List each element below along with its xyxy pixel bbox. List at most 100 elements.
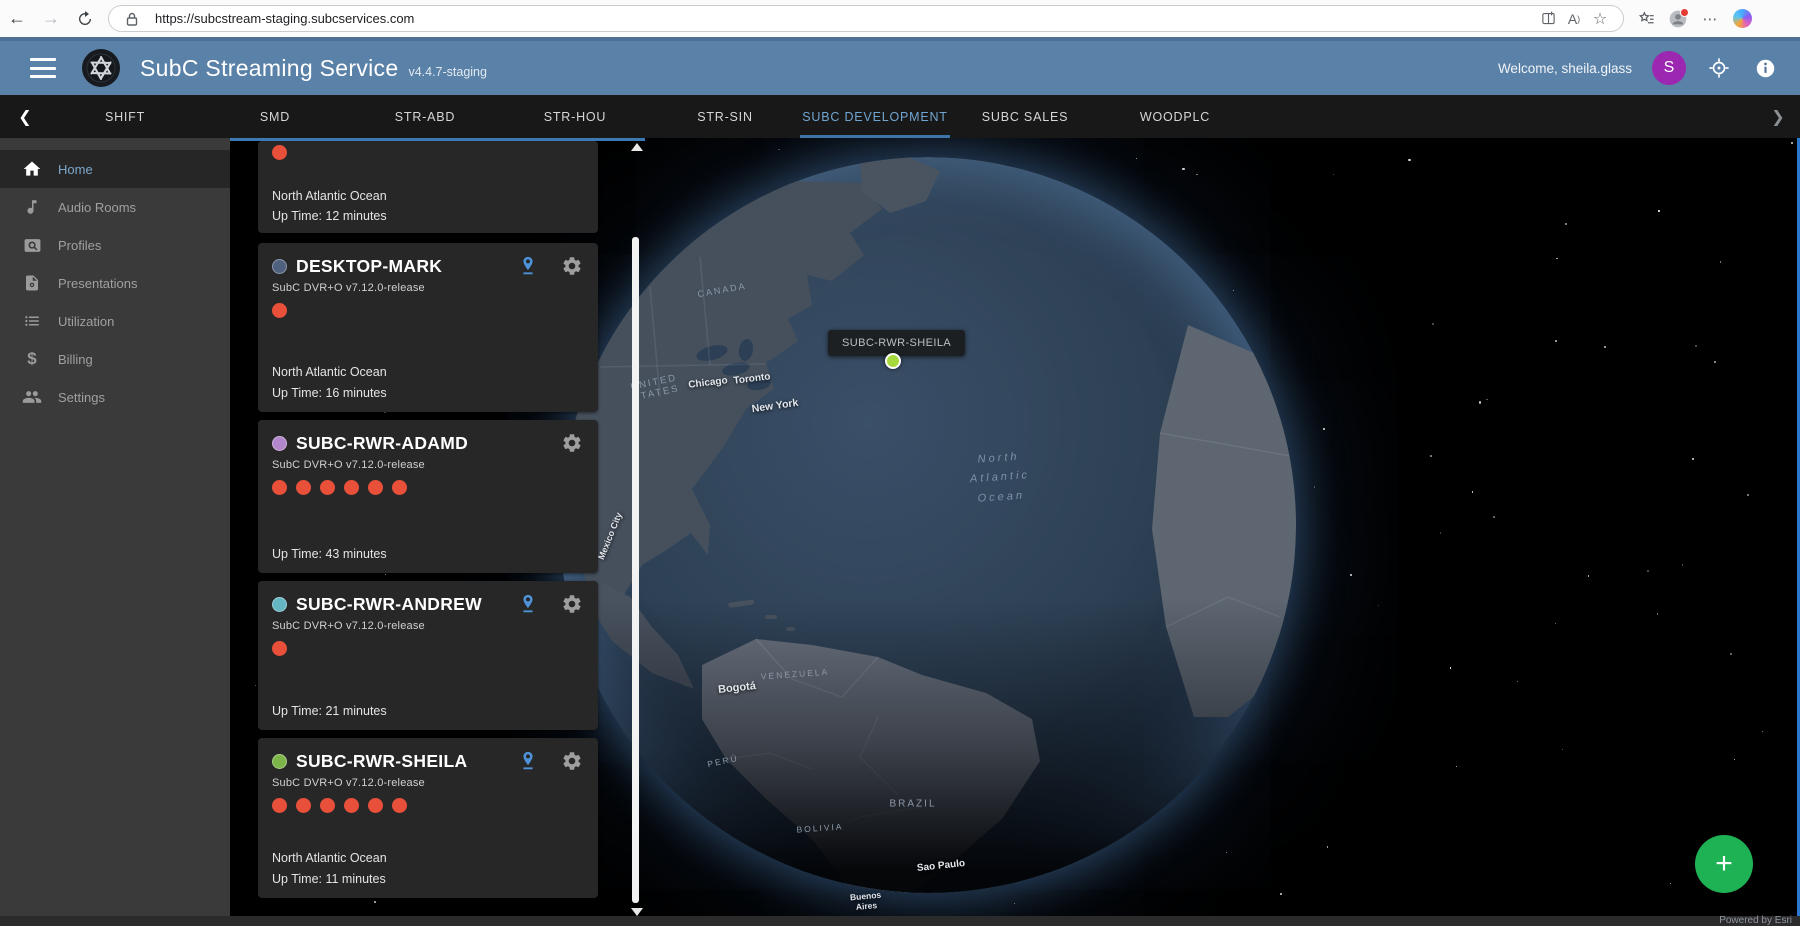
- tab-woodplc[interactable]: WOODPLC: [1100, 95, 1250, 138]
- more-options-icon[interactable]: ⋯: [1696, 6, 1724, 32]
- star: [1432, 323, 1434, 325]
- settings-gear-icon[interactable]: [560, 254, 584, 278]
- tab-subc-sales[interactable]: SUBC SALES: [950, 95, 1100, 138]
- device-card-actions: [516, 592, 584, 616]
- read-aloud-icon[interactable]: A): [1561, 8, 1587, 30]
- sidebar-item-home[interactable]: Home: [0, 150, 230, 188]
- forward-icon[interactable]: →: [34, 4, 68, 34]
- sidebar-list: HomeAudio RoomsProfilesPresentations Util…: [0, 150, 230, 416]
- add-button[interactable]: +: [1695, 835, 1753, 893]
- star: [1657, 613, 1659, 615]
- device-card-desktop-mark[interactable]: DESKTOP-MARKSubC DVR+O v7.12.0-releaseNo…: [258, 243, 598, 412]
- device-alert-dots: [258, 632, 598, 656]
- device-card-subc-rwr-andrew[interactable]: SUBC-RWR-ANDREWSubC DVR+O v7.12.0-releas…: [258, 581, 598, 730]
- locate-icon[interactable]: [1706, 55, 1732, 81]
- device-card-header: SUBC-RWR-ADAMD: [258, 420, 598, 454]
- alert-dot: [392, 798, 407, 813]
- browser-chrome: ← → A) ☆ ⋯: [0, 0, 1800, 37]
- device-name: SUBC-RWR-ANDREW: [296, 594, 482, 615]
- device-name: SUBC-RWR-SHEILA: [296, 751, 467, 772]
- star: [1014, 903, 1015, 904]
- address-bar[interactable]: A) ☆: [108, 5, 1624, 32]
- app-header: SubC Streaming Service v4.4.7-staging We…: [0, 37, 1800, 95]
- tab-subc-development[interactable]: SUBC DEVELOPMENT: [800, 95, 950, 138]
- alert-dot: [344, 480, 359, 495]
- device-uptime: Up Time: 12 minutes: [272, 209, 387, 223]
- sidebar-item-profiles[interactable]: Profiles: [0, 226, 230, 264]
- settings-gear-icon[interactable]: [560, 431, 584, 455]
- pin-drop-icon[interactable]: [516, 592, 540, 616]
- scrollbar-thumb[interactable]: [632, 237, 639, 903]
- pin-drop-icon[interactable]: [516, 254, 540, 278]
- home-icon: [20, 157, 44, 181]
- back-icon[interactable]: ←: [0, 4, 34, 34]
- star: [1280, 893, 1282, 895]
- device-alert-dots: [258, 294, 598, 318]
- star: [1323, 428, 1325, 430]
- sidebar-item-audio-rooms[interactable]: Audio Rooms: [0, 188, 230, 226]
- device-card-actions: [560, 431, 584, 455]
- people-icon: [20, 385, 44, 409]
- star: [1472, 491, 1474, 493]
- alert-dot: [296, 798, 311, 813]
- star: [1720, 261, 1721, 262]
- globe[interactable]: [560, 157, 1296, 893]
- user-avatar[interactable]: S: [1652, 51, 1686, 85]
- star: [1517, 681, 1519, 683]
- refresh-icon[interactable]: [68, 4, 102, 34]
- settings-gear-icon[interactable]: [560, 592, 584, 616]
- tab-smd[interactable]: SMD: [200, 95, 350, 138]
- tabs-scroll-left-icon[interactable]: ❮: [0, 95, 50, 138]
- pin-drop-icon[interactable]: [516, 749, 540, 773]
- tab-str-sin[interactable]: STR-SIN: [650, 95, 800, 138]
- url-input[interactable]: [153, 10, 1535, 27]
- device-card-partial[interactable]: North Atlantic OceanUp Time: 12 minutes: [258, 141, 598, 233]
- welcome-text: Welcome, sheila.glass: [1498, 61, 1632, 76]
- profile-alert-dot: [1680, 8, 1689, 17]
- page: ← → A) ☆ ⋯: [0, 0, 1800, 926]
- star: [1692, 458, 1694, 460]
- alert-dot: [392, 480, 407, 495]
- alert-dot: [296, 480, 311, 495]
- star: [1714, 361, 1716, 363]
- scrollbar-down-arrow[interactable]: [631, 908, 643, 916]
- tab-shift[interactable]: SHIFT: [50, 95, 200, 138]
- tab-str-abd[interactable]: STR-ABD: [350, 95, 500, 138]
- device-subtitle: SubC DVR+O v7.12.0-release: [258, 772, 598, 789]
- collections-icon[interactable]: [1632, 6, 1660, 32]
- company-tabbar: ❮ SHIFTSMDSTR-ABDSTR-HOUSTR-SINSUBC DEVE…: [0, 95, 1800, 138]
- info-icon[interactable]: [1752, 55, 1778, 81]
- device-alert-dots: [258, 471, 598, 495]
- sidebar-item-label: Billing: [58, 352, 93, 367]
- tabs-scroll-right-icon[interactable]: ❯: [1756, 95, 1800, 138]
- list-icon: [20, 309, 44, 333]
- settings-gear-icon[interactable]: [560, 749, 584, 773]
- star: [1730, 653, 1731, 654]
- copilot-icon[interactable]: [1728, 6, 1756, 32]
- device-uptime: Up Time: 16 minutes: [272, 386, 387, 400]
- browser-profile-icon[interactable]: [1664, 6, 1692, 32]
- device-status-dot: [272, 259, 287, 274]
- device-location: North Atlantic Ocean: [272, 851, 387, 865]
- tab-str-hou[interactable]: STR-HOU: [500, 95, 650, 138]
- star: [1440, 532, 1442, 534]
- star: [1747, 494, 1749, 496]
- sidebar-item-presentations[interactable]: Presentations: [0, 264, 230, 302]
- sidebar-item-settings[interactable]: Settings: [0, 378, 230, 416]
- favorite-star-icon[interactable]: ☆: [1587, 8, 1613, 30]
- alert-dot: [272, 798, 287, 813]
- device-card-subc-rwr-sheila[interactable]: SUBC-RWR-SHEILASubC DVR+O v7.12.0-releas…: [258, 738, 598, 898]
- menu-icon[interactable]: [30, 58, 56, 78]
- split-screen-icon[interactable]: [1535, 8, 1561, 30]
- app-version: v4.4.7-staging: [408, 65, 487, 79]
- star: [1647, 570, 1649, 572]
- sidebar-item-label: Utilization: [58, 314, 114, 329]
- sidebar-item-utilization[interactable]: Utilization: [0, 302, 230, 340]
- device-card-subc-rwr-adamd[interactable]: SUBC-RWR-ADAMDSubC DVR+O v7.12.0-release…: [258, 420, 598, 573]
- star: [1791, 142, 1793, 144]
- device-marker[interactable]: [885, 353, 901, 369]
- star: [1588, 575, 1589, 576]
- star: [1762, 731, 1764, 733]
- scrollbar-up-arrow[interactable]: [631, 143, 643, 151]
- sidebar-item-billing[interactable]: $Billing: [0, 340, 230, 378]
